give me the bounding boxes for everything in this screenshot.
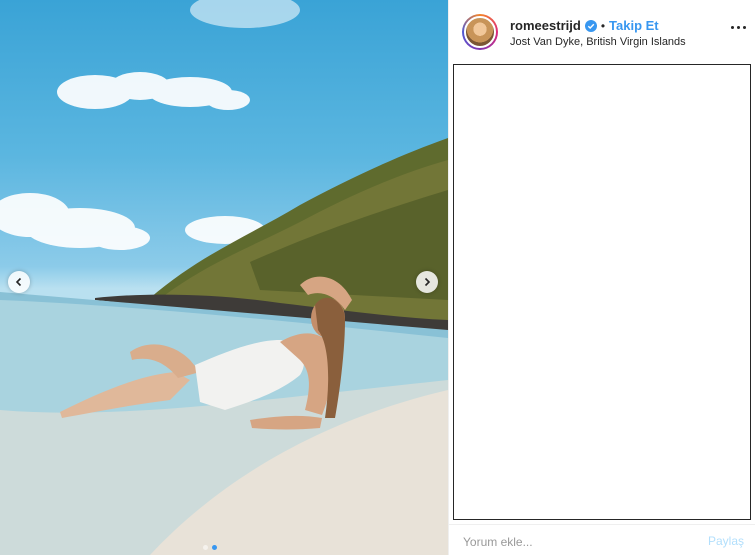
comment-input[interactable]: [463, 533, 693, 551]
verified-badge-icon: [584, 19, 597, 32]
username-link[interactable]: romeestrijd: [510, 18, 581, 33]
carousel-indicator: [203, 545, 217, 550]
beach-scene-image: [0, 0, 448, 555]
post-photo: [0, 0, 448, 555]
location-link[interactable]: Jost Van Dyke, British Virgin Islands: [510, 36, 686, 48]
carousel-prev-button[interactable]: [8, 271, 30, 293]
comments-area: [453, 64, 751, 520]
chevron-right-icon: [424, 277, 431, 287]
carousel-next-button[interactable]: [416, 271, 438, 293]
follow-button[interactable]: Takip Et: [609, 18, 659, 33]
avatar[interactable]: [464, 16, 496, 48]
more-options-icon[interactable]: [731, 26, 746, 29]
story-ring[interactable]: [462, 14, 498, 50]
post-header: romeestrijd • Takip Et Jost Van Dyke, Br…: [449, 0, 755, 62]
carousel-dot-active: [212, 545, 217, 550]
post-side-panel: romeestrijd • Takip Et Jost Van Dyke, Br…: [448, 0, 755, 555]
share-button[interactable]: Paylaş: [708, 534, 744, 548]
chevron-left-icon: [15, 277, 22, 287]
separator-dot: •: [600, 18, 606, 33]
comment-bar: Paylaş: [449, 524, 755, 555]
user-row: romeestrijd • Takip Et: [510, 18, 659, 33]
carousel-dot: [203, 545, 208, 550]
